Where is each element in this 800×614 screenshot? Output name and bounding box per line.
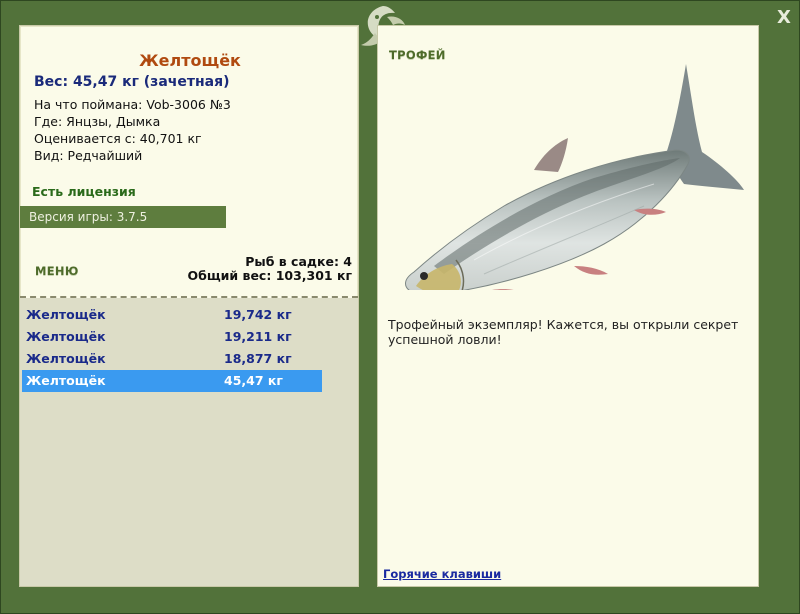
dashed-divider: [20, 296, 358, 298]
trophy-panel: ТРОФЕЙ Трофейный экземпляр! Кажется, вы …: [377, 25, 759, 587]
fish-weight: Вес: 45,47 кг (зачетная): [34, 74, 230, 90]
location-info: Где: Янцзы, Дымка: [34, 114, 161, 129]
close-icon[interactable]: X: [771, 5, 797, 31]
trophy-description: Трофейный экземпляр! Кажется, вы открыли…: [388, 317, 739, 347]
catch-list-item[interactable]: Желтощёк 19,742 кг: [22, 304, 322, 326]
catch-list-item[interactable]: Желтощёк 18,877 кг: [22, 348, 322, 370]
fish-info-panel: Желтощёк Вес: 45,47 кг (зачетная) На что…: [19, 25, 359, 587]
catch-weight: 19,211 кг: [224, 329, 292, 344]
game-version: Версия игры: 3.7.5: [20, 206, 226, 228]
catch-name: Желтощёк: [26, 373, 106, 388]
keepnet-total-weight: Общий вес: 103,301 кг: [187, 268, 353, 283]
fish-name: Желтощёк: [139, 51, 241, 70]
license-status: Есть лицензия: [32, 184, 136, 199]
catch-weight: 45,47 кг: [224, 373, 283, 388]
catch-name: Желтощёк: [26, 351, 106, 366]
catch-name: Желтощёк: [26, 329, 106, 344]
catch-weight: 18,877 кг: [224, 351, 292, 366]
catch-weight: 19,742 кг: [224, 307, 292, 322]
bait-info: На что поймана: Vob-3006 №3: [34, 97, 231, 112]
game-window: X Желтощёк Вес: 45,47 кг (зачетная) На ч…: [0, 0, 800, 614]
catch-list-item[interactable]: Желтощёк 19,211 кг: [22, 326, 322, 348]
catch-list: Желтощёк 19,742 кг Желтощёк 19,211 кг Же…: [22, 304, 322, 392]
catch-list-item-selected[interactable]: Желтощёк 45,47 кг: [22, 370, 322, 392]
rarity-info: Вид: Редчайший: [34, 148, 143, 163]
keepnet-count: Рыб в садке: 4: [245, 254, 352, 269]
fish-image: [405, 64, 744, 290]
menu-button[interactable]: МЕНЮ: [35, 264, 79, 278]
catch-name: Желтощёк: [26, 307, 106, 322]
hotkeys-link[interactable]: Горячие клавиши: [383, 567, 501, 581]
valued-from-info: Оценивается с: 40,701 кг: [34, 131, 202, 146]
keepnet-summary: Рыб в садке: 4 Общий вес: 103,301 кг: [188, 255, 353, 283]
